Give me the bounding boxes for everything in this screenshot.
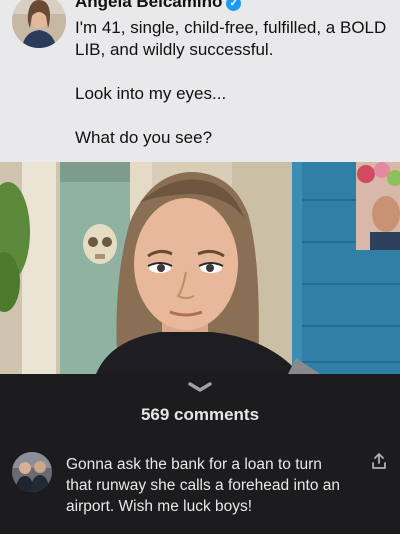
post-line: What do you see?: [75, 128, 213, 147]
author-avatar[interactable]: [12, 0, 66, 48]
author-name[interactable]: Angela Belcamino ✓: [75, 0, 242, 12]
post-line: I'm 41, single, child-free, fulfilled, a…: [75, 18, 387, 59]
comment-text: Gonna ask the bank for a loan to turn th…: [66, 456, 341, 515]
share-icon[interactable]: [371, 452, 387, 470]
chevron-down-icon[interactable]: [186, 380, 214, 394]
post-line: Look into my eyes...: [75, 84, 227, 103]
post-header: Angela Belcamino ✓ I'm 41, single, child-…: [0, 0, 400, 162]
post-photo[interactable]: [0, 162, 400, 374]
verified-badge-icon: ✓: [226, 0, 242, 11]
comments-sheet: 569 comments Gonna ask the bank for a lo…: [0, 374, 400, 534]
comments-count: 569 comments: [140, 405, 260, 424]
commenter-avatar[interactable]: [12, 452, 52, 492]
post-body: I'm 41, single, child-free, fulfilled, a…: [75, 17, 390, 149]
